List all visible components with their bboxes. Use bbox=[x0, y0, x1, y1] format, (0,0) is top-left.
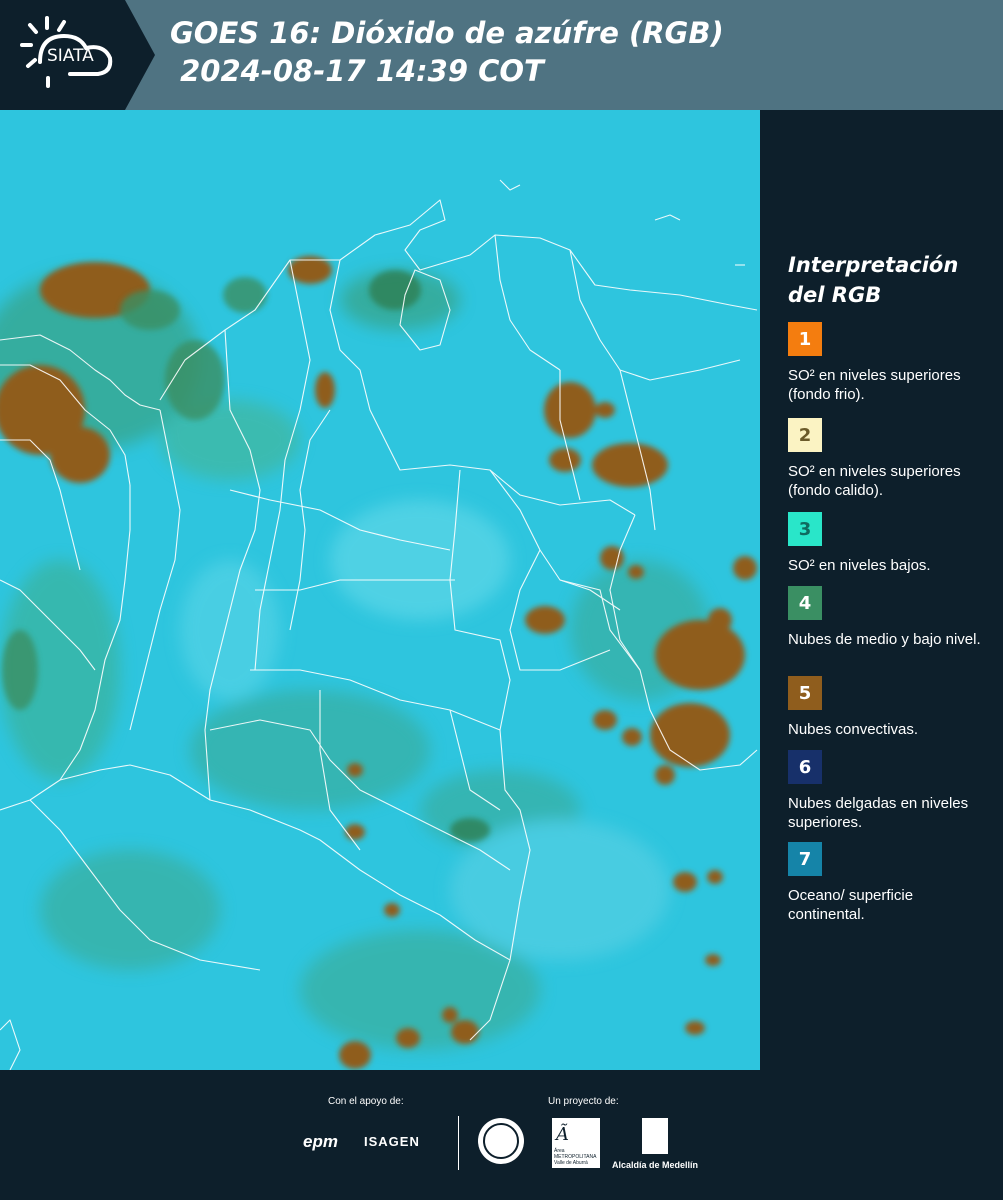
legend-item-2: 2 SO² en niveles superiores (fondo calid… bbox=[788, 418, 988, 500]
legend-item-3: 3 SO² en niveles bajos. bbox=[788, 512, 988, 575]
epm-logo: epm bbox=[303, 1132, 338, 1151]
legend-text-6: Nubes delgadas en niveles superiores. bbox=[788, 795, 969, 831]
legend-item-7: 7 Oceano/ superficie continental. bbox=[788, 842, 988, 924]
satellite-image bbox=[0, 110, 760, 1070]
alcaldia-shield-icon bbox=[642, 1118, 668, 1154]
legend-text-3: SO² en niveles bajos. bbox=[788, 557, 931, 574]
support-label: Con el apoyo de: bbox=[328, 1096, 404, 1107]
header-band: SIATA GOES 16: Dióxido de azúfre (RGB) 2… bbox=[0, 0, 1003, 110]
legend-swatch-5: 5 bbox=[788, 676, 822, 710]
footer-divider bbox=[458, 1116, 459, 1170]
footer: Con el apoyo de: Un proyecto de: epm ISA… bbox=[0, 1070, 1003, 1200]
rgb-legend: Interpretación del RGB 1 SO² en niveles … bbox=[788, 250, 988, 923]
legend-title: Interpretación del RGB bbox=[788, 253, 959, 307]
legend-text-1: SO² en niveles superiores (fondo frio). bbox=[788, 367, 961, 403]
legend-swatch-2: 2 bbox=[788, 418, 822, 452]
legend-item-1: 1 SO² en niveles superiores (fondo frio)… bbox=[788, 322, 988, 404]
isagen-logo: ISAGEN bbox=[364, 1134, 420, 1149]
area-metropolitana-logo: Ã Área METROPOLITANA Valle de Aburrá bbox=[552, 1118, 600, 1168]
legend-item-4: 4 Nubes de medio y bajo nivel. bbox=[788, 586, 988, 649]
legend-swatch-3: 3 bbox=[788, 512, 822, 546]
legend-swatch-4: 4 bbox=[788, 586, 822, 620]
legend-item-5: 5 Nubes convectivas. bbox=[788, 676, 988, 739]
title-line-2: 2024-08-17 14:39 COT bbox=[170, 54, 544, 88]
legend-text-7: Oceano/ superficie continental. bbox=[788, 887, 914, 923]
legend-swatch-1: 1 bbox=[788, 322, 822, 356]
page-title: GOES 16: Dióxido de azúfre (RGB) 2024-08… bbox=[170, 14, 724, 90]
legend-text-4: Nubes de medio y bajo nivel. bbox=[788, 631, 981, 648]
legend-swatch-7: 7 bbox=[788, 842, 822, 876]
siata-logo: SIATA bbox=[0, 0, 125, 110]
legend-item-6: 6 Nubes delgadas en niveles superiores. bbox=[788, 750, 988, 832]
legend-text-5: Nubes convectivas. bbox=[788, 721, 919, 738]
satellite-map[interactable] bbox=[0, 110, 760, 1070]
medellin-seal-icon bbox=[478, 1118, 524, 1164]
legend-swatch-6: 6 bbox=[788, 750, 822, 784]
title-line-1: GOES 16: Dióxido de azúfre (RGB) bbox=[170, 16, 724, 50]
area-logo-text: Área METROPOLITANA Valle de Aburrá bbox=[554, 1148, 597, 1166]
sun-cloud-icon: SIATA bbox=[20, 16, 113, 88]
svg-text:SIATA: SIATA bbox=[47, 46, 94, 66]
project-label: Un proyecto de: bbox=[548, 1096, 619, 1107]
alcaldia-label: Alcaldía de Medellín bbox=[612, 1160, 699, 1170]
area-logo-mark: Ã bbox=[556, 1124, 569, 1145]
logo-arrow-shape bbox=[125, 0, 155, 110]
legend-text-2: SO² en niveles superiores (fondo calido)… bbox=[788, 463, 961, 499]
